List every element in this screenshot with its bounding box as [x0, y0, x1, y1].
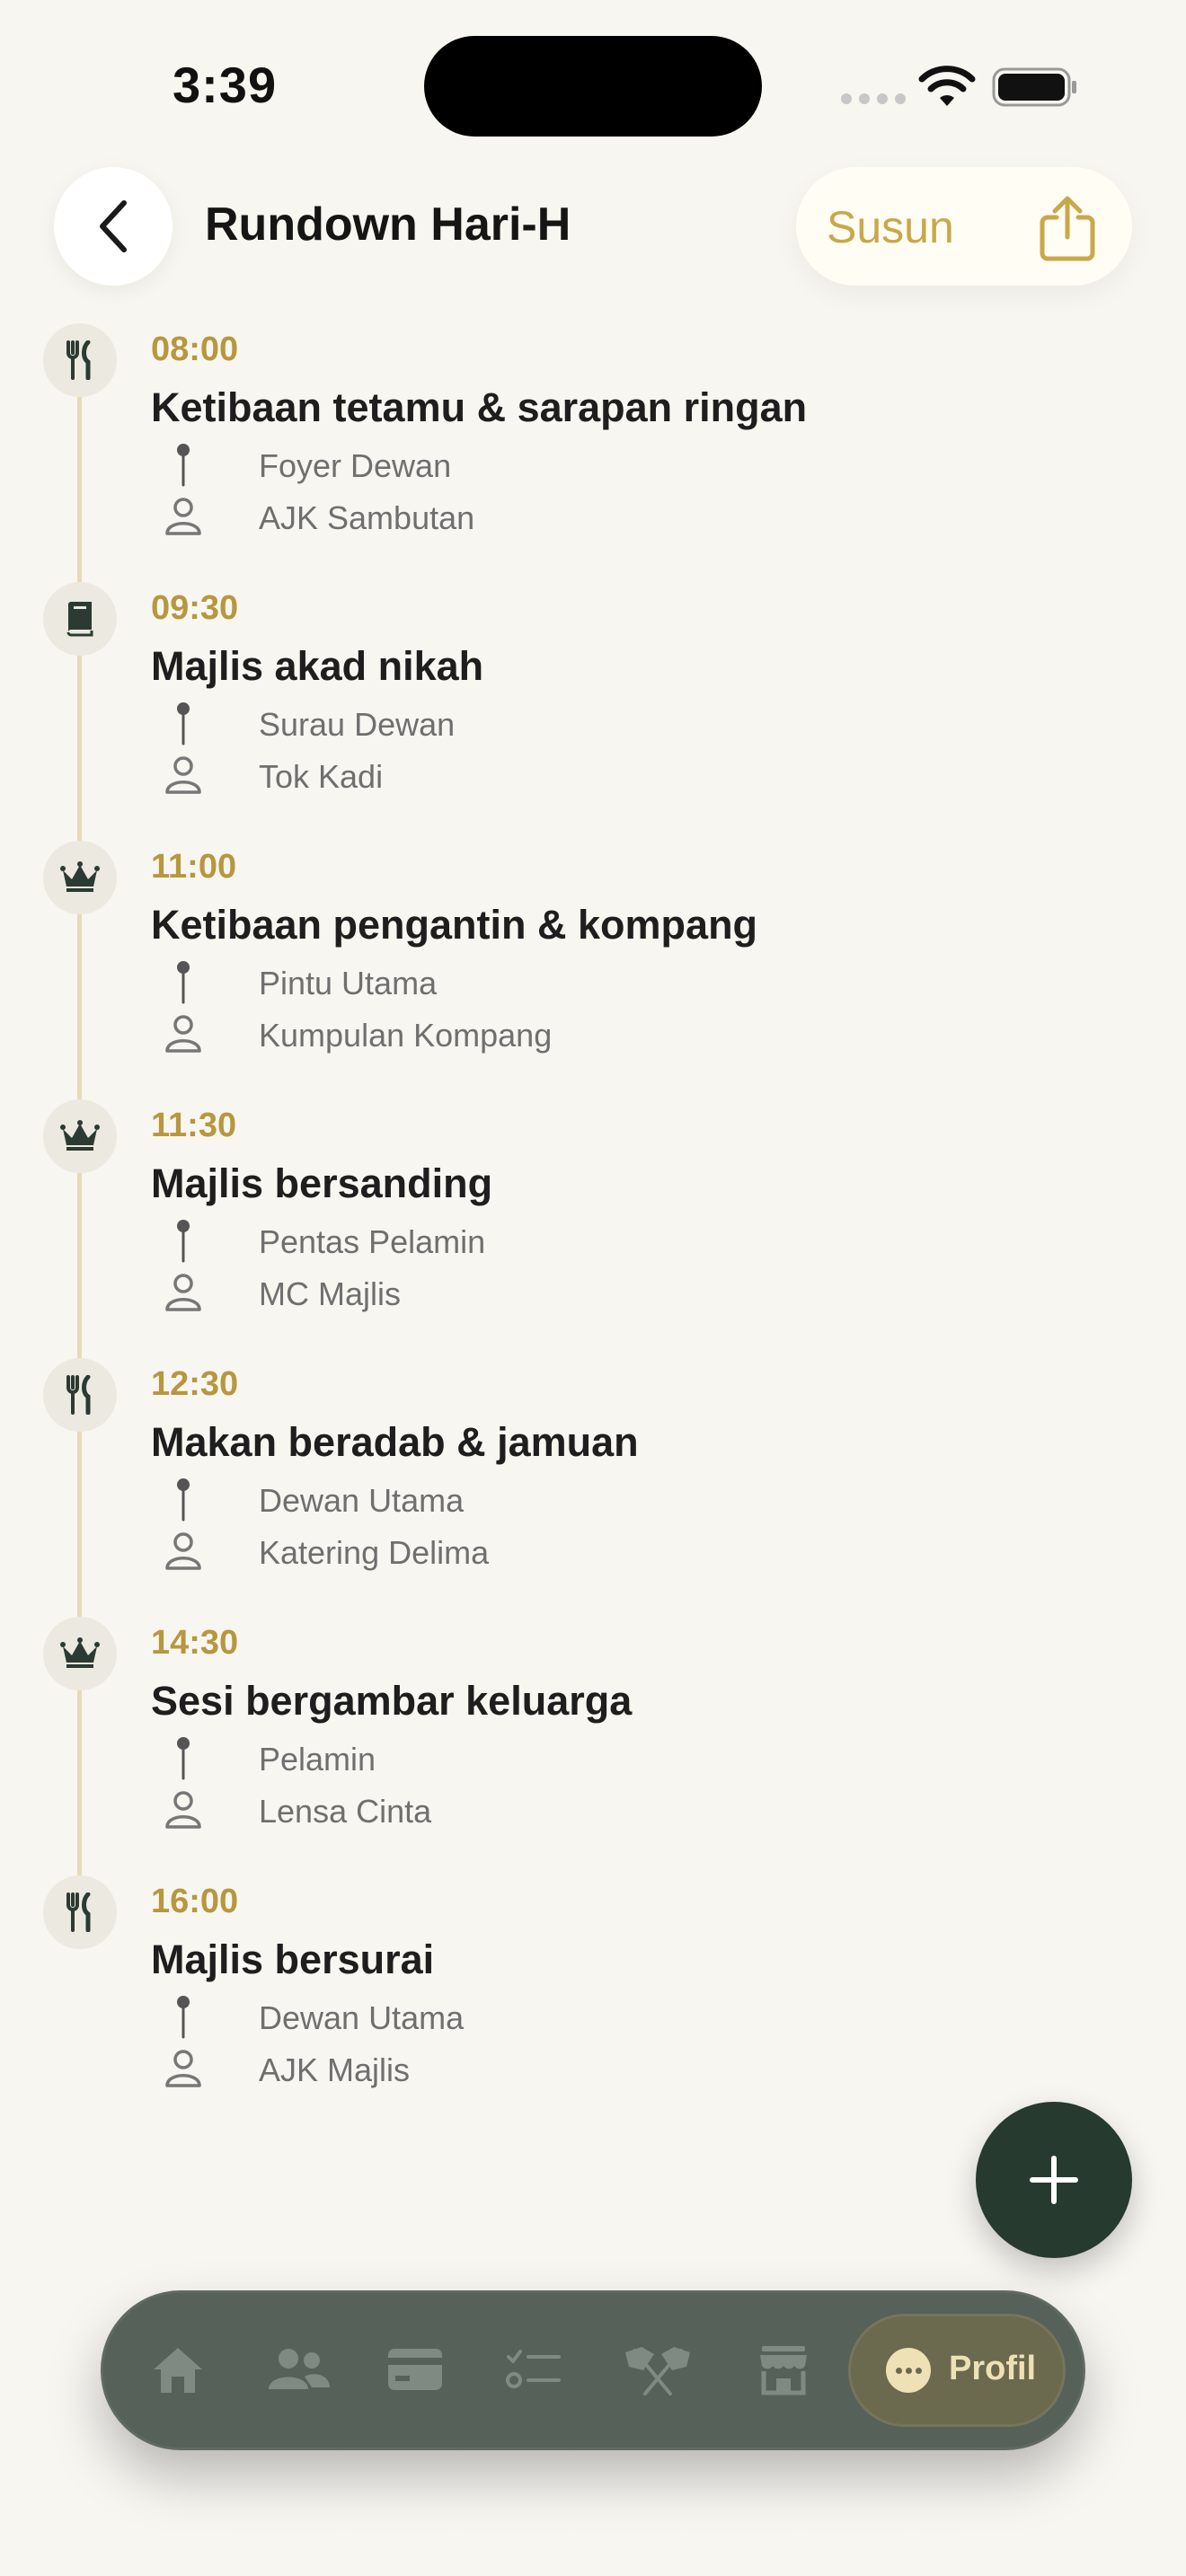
event-person: Tok Kadi — [164, 753, 383, 798]
event-time: 11:30 — [151, 1107, 237, 1144]
event-time: 16:00 — [151, 1883, 239, 1920]
event-person-text: AJK Majlis — [259, 2051, 411, 2088]
status-time: 3:39 — [173, 57, 278, 113]
card-icon — [388, 2349, 442, 2390]
rundown-event[interactable]: 11:00 Ketibaan pengantin & kompang Pintu U… — [0, 841, 1186, 1099]
nav-vendors[interactable] — [613, 2328, 703, 2411]
event-location: Pintu Utama — [164, 959, 437, 1004]
event-person: Lensa Cinta — [164, 1787, 431, 1832]
event-person-text: Katering Delima — [259, 1534, 490, 1571]
event-title: Ketibaan pengantin & kompang — [151, 902, 758, 948]
event-location-text: Foyer Dewan — [259, 447, 452, 484]
event-time: 09:30 — [151, 589, 239, 627]
store-icon — [760, 2346, 807, 2395]
add-event-button[interactable] — [976, 2102, 1132, 2258]
event-time: 14:30 — [151, 1624, 239, 1662]
event-title: Majlis bersanding — [151, 1160, 493, 1206]
person-icon — [164, 754, 203, 797]
location-pin-icon — [164, 701, 203, 745]
event-person-text: AJK Sambutan — [259, 499, 475, 536]
checklist-icon — [506, 2350, 561, 2388]
utensils-icon — [43, 323, 117, 397]
event-person: AJK Majlis — [164, 2046, 410, 2091]
location-pin-icon — [164, 1736, 203, 1780]
rundown-event[interactable]: 12:30 Makan beradab & jamuan Dewan Utama Ka… — [0, 1358, 1186, 1617]
more-icon — [886, 2348, 931, 2393]
bottom-nav: Profil — [101, 2290, 1085, 2450]
event-person-text: Kumpulan Kompang — [259, 1017, 553, 1054]
back-button[interactable] — [54, 167, 173, 286]
event-time: 12:30 — [151, 1365, 239, 1403]
plus-icon — [1030, 2156, 1078, 2204]
event-title: Majlis akad nikah — [151, 643, 484, 689]
location-pin-icon — [164, 960, 203, 1004]
event-person-text: MC Majlis — [259, 1275, 401, 1312]
person-icon — [164, 1012, 203, 1055]
rundown-event[interactable]: 09:30 Majlis akad nikah Surau Dewan Tok Kad… — [0, 582, 1186, 841]
event-person: AJK Sambutan — [164, 494, 474, 539]
nav-budget[interactable] — [376, 2328, 455, 2411]
event-title: Majlis bersurai — [151, 1936, 435, 1982]
location-pin-icon — [164, 1478, 203, 1522]
location-pin-icon — [164, 443, 203, 487]
nav-store[interactable] — [744, 2328, 823, 2411]
rundown-event[interactable]: 08:00 Ketibaan tetamu & sarapan ringan Foy… — [0, 323, 1186, 582]
crown-icon — [43, 1099, 117, 1173]
nav-checklist[interactable] — [494, 2328, 573, 2411]
event-location-text: Pentas Pelamin — [259, 1223, 486, 1260]
event-location: Pelamin — [164, 1735, 376, 1780]
event-location-text: Pelamin — [259, 1741, 376, 1778]
page-title: Rundown Hari-H — [205, 198, 571, 251]
nav-profile-label: Profil — [949, 2350, 1037, 2387]
event-location-text: Dewan Utama — [259, 1999, 465, 2036]
dynamic-island — [424, 36, 762, 137]
event-title: Makan beradab & jamuan — [151, 1419, 639, 1465]
chevron-left-icon — [100, 200, 127, 252]
event-location: Pentas Pelamin — [164, 1218, 485, 1263]
utensils-icon — [43, 1358, 117, 1432]
event-person: Katering Delima — [164, 1529, 489, 1574]
event-person: Kumpulan Kompang — [164, 1011, 552, 1056]
nav-home[interactable] — [138, 2328, 217, 2411]
battery-icon — [992, 67, 1076, 107]
person-icon — [164, 1271, 203, 1314]
home-icon — [154, 2348, 202, 2393]
book-icon — [43, 582, 117, 656]
location-pin-icon — [164, 1219, 203, 1263]
crown-icon — [43, 1617, 117, 1690]
nav-profile[interactable]: Profil — [848, 2314, 1066, 2427]
event-title: Sesi bergambar keluarga — [151, 1678, 633, 1724]
person-icon — [164, 1530, 203, 1573]
crown-icon — [43, 841, 117, 914]
users-icon — [269, 2349, 330, 2389]
event-location: Dewan Utama — [164, 1477, 464, 1522]
location-pin-icon — [164, 1995, 203, 2039]
reorder-button[interactable]: Susun — [827, 201, 954, 253]
rundown-event[interactable]: 11:30 Majlis bersanding Pentas Pelamin MC M… — [0, 1099, 1186, 1358]
wifi-icon — [918, 66, 976, 106]
person-icon — [164, 495, 203, 538]
event-location: Surau Dewan — [164, 701, 455, 745]
nav-guests[interactable] — [259, 2328, 338, 2411]
event-time: 08:00 — [151, 331, 239, 368]
event-location-text: Dewan Utama — [259, 1482, 465, 1519]
utensils-icon — [43, 1875, 117, 1949]
cellular-signal-icon — [841, 93, 906, 104]
person-icon — [164, 2047, 203, 2090]
event-location: Foyer Dewan — [164, 442, 451, 487]
rundown-event[interactable]: 14:30 Sesi bergambar keluarga Pelamin Lensa… — [0, 1617, 1186, 1875]
event-location-text: Surau Dewan — [259, 706, 456, 743]
header-actions: Susun — [796, 167, 1132, 286]
event-location: Dewan Utama — [164, 1994, 464, 2039]
rundown-event[interactable]: 16:00 Majlis bersurai Dewan Utama AJK Majli… — [0, 1875, 1186, 2134]
flags-icon — [625, 2347, 690, 2395]
person-icon — [164, 1788, 203, 1831]
event-person-text: Lensa Cinta — [259, 1793, 432, 1830]
event-time: 11:00 — [151, 848, 237, 886]
share-icon[interactable] — [1037, 194, 1098, 262]
event-title: Ketibaan tetamu & sarapan ringan — [151, 384, 808, 430]
event-person: MC Majlis — [164, 1270, 401, 1315]
event-person-text: Tok Kadi — [259, 758, 384, 795]
event-location-text: Pintu Utama — [259, 965, 438, 1001]
